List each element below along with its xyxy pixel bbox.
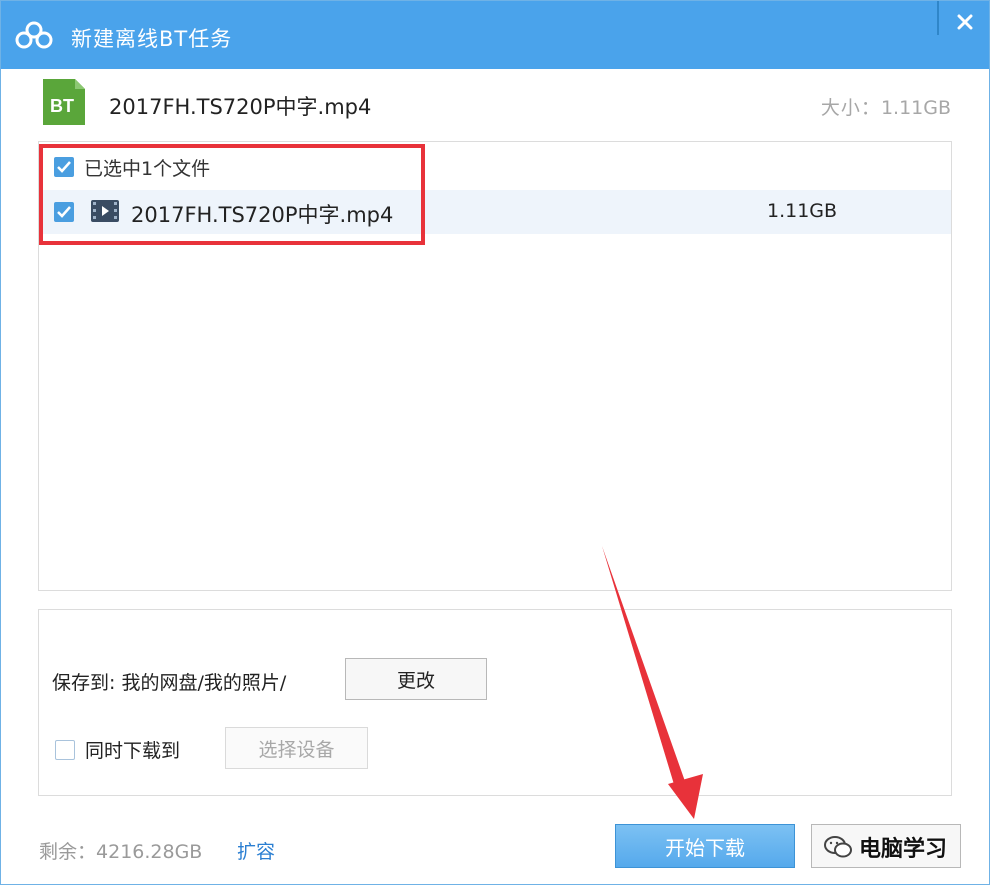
checkmark-icon [57,161,71,173]
title-divider [937,1,939,35]
close-button[interactable] [946,7,984,37]
torrent-size-label: 大小： [820,97,881,119]
file-list-row[interactable]: 2017FH.TS720P中字.mp4 1.11GB [39,190,951,234]
checkmark-icon [57,206,71,218]
remaining-space: 剩余：4216.28GB [39,837,202,864]
video-icon [91,200,119,222]
torrent-size-value: 1.11GB [880,97,951,119]
window-title: 新建离线BT任务 [71,27,233,51]
file-name: 2017FH.TS720P中字.mp4 [131,203,394,227]
cloud-logo-icon [15,21,53,49]
select-device-button[interactable]: 选择设备 [225,727,368,769]
save-path-label: 保存到: 我的网盘/我的照片/ [52,672,287,694]
wechat-icon [824,836,852,858]
sync-download-checkbox[interactable] [55,740,75,760]
select-all-checkbox[interactable] [54,157,74,177]
bt-file-icon: BT [43,79,85,125]
file-list-header: 已选中1个文件 [39,142,951,190]
remaining-label: 剩余： [39,841,97,863]
change-path-button[interactable]: 更改 [345,658,487,700]
file-checkbox[interactable] [54,202,74,222]
bt-task-dialog: 新建离线BT任务 BT 2017FH.TS720P中字.mp4 大小：1.11G… [0,0,990,885]
start-download-button[interactable]: 开始下载 [615,824,795,868]
sync-download-label: 同时下载到 [85,740,181,762]
bt-icon-label: BT [50,96,74,116]
torrent-name: 2017FH.TS720P中字.mp4 [109,95,372,119]
title-bar: 新建离线BT任务 [1,1,989,69]
save-settings-panel: 保存到: 我的网盘/我的照片/ 更改 同时下载到 选择设备 [38,609,952,796]
torrent-size: 大小：1.11GB [821,93,951,120]
file-size: 1.11GB [767,200,838,222]
close-icon [957,14,973,30]
remaining-value: 4216.28GB [96,841,203,863]
selected-count-label: 已选中1个文件 [84,158,211,180]
watermark-text: 电脑学习 [859,837,948,862]
expand-storage-link[interactable]: 扩容 [237,837,275,864]
file-list: 已选中1个文件 2017FH.TS720P中字.mp4 1.11GB [38,141,952,591]
watermark: 电脑学习 [823,827,963,867]
